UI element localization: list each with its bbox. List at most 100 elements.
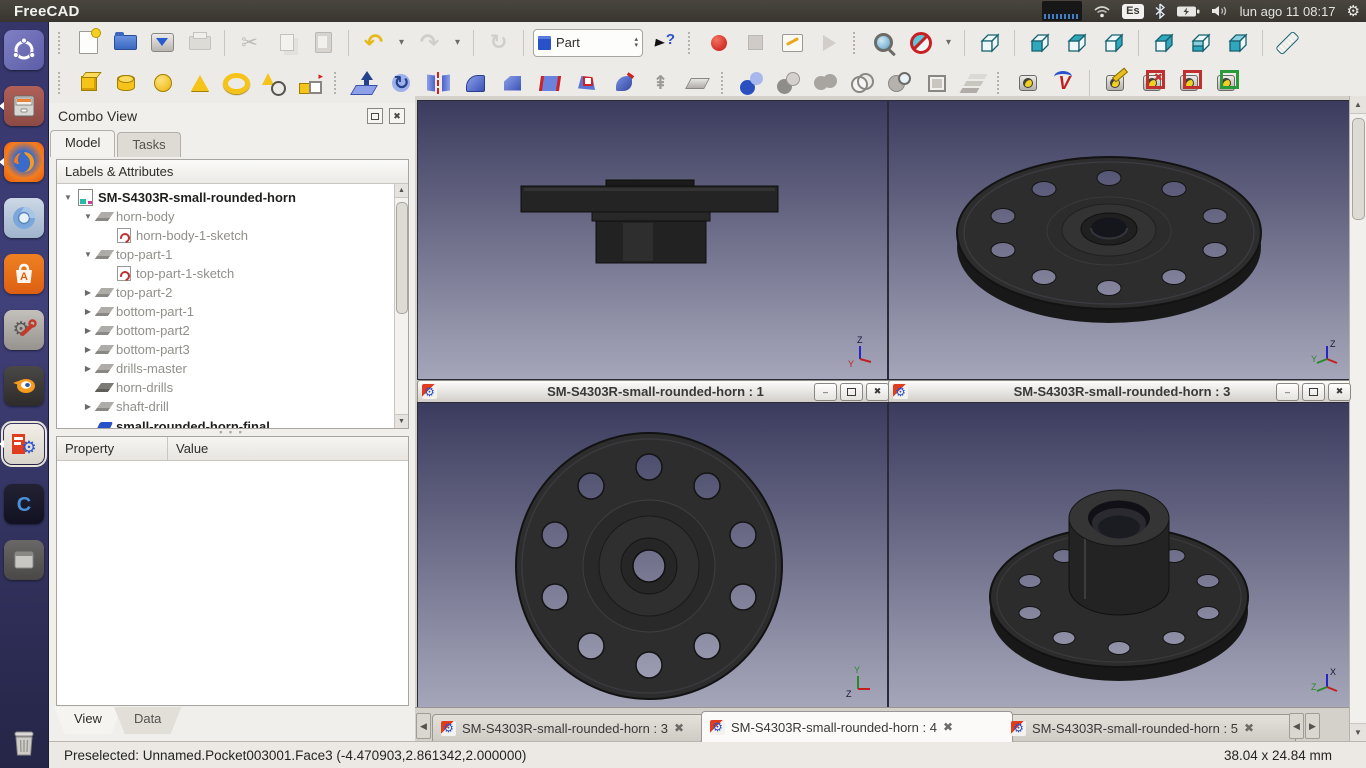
macro-stop-button[interactable]	[740, 27, 771, 58]
wifi-icon[interactable]	[1093, 4, 1111, 18]
tab-tasks[interactable]: Tasks	[117, 132, 180, 157]
tree-row[interactable]: ▼ horn-body	[57, 207, 175, 226]
box-button[interactable]	[73, 68, 104, 99]
view-bottom-button[interactable]	[1185, 27, 1216, 58]
value-column-header[interactable]: Value	[168, 437, 408, 460]
redo-button[interactable]: ↷	[414, 27, 445, 58]
expander-icon[interactable]: ▶	[83, 402, 93, 411]
union-button[interactable]	[810, 68, 841, 99]
toolbar-drag-handle[interactable]	[721, 72, 728, 94]
tree-row[interactable]: horn-drills	[57, 378, 173, 397]
view-right-button[interactable]	[1098, 27, 1129, 58]
workbench-selector[interactable]: Part ▴▾	[533, 29, 643, 57]
close-button[interactable]: ✖	[1328, 383, 1351, 401]
measure-toggle-all-button[interactable]	[1173, 68, 1204, 99]
launcher-item-freecad[interactable]: ⚙	[4, 424, 44, 464]
macro-record-button[interactable]	[703, 27, 734, 58]
expander-icon[interactable]: ▶	[83, 326, 93, 335]
tab-view[interactable]: View	[54, 707, 122, 734]
tree-row[interactable]: ▶ bottom-part-1	[57, 302, 194, 321]
offset-button[interactable]: ⇞	[645, 68, 676, 99]
workbench-spinner-arrows[interactable]: ▴▾	[634, 37, 638, 49]
view-rear-button[interactable]	[1148, 27, 1179, 58]
redo-dropdown-arrow[interactable]: ▾	[451, 37, 464, 48]
viewport-front-canvas[interactable]: Z Y	[418, 101, 887, 379]
tree-scrollbar[interactable]: ▲ ▼	[394, 184, 408, 428]
viewport-isometric[interactable]: Z Y	[888, 100, 1350, 380]
maximize-button[interactable]	[840, 383, 863, 401]
tab-model[interactable]: Model	[50, 130, 115, 157]
expander-icon[interactable]: ▶	[83, 307, 93, 316]
minimize-button[interactable]: –	[1276, 383, 1299, 401]
tree-row[interactable]: top-part-1-sketch	[57, 264, 234, 283]
tab-close-icon[interactable]: ✖	[943, 720, 953, 734]
measure-clear-all-button[interactable]	[1136, 68, 1167, 99]
scrollbar-thumb[interactable]	[396, 202, 408, 314]
close-button[interactable]: ✖	[866, 383, 889, 401]
measure-linear-button[interactable]	[1012, 68, 1043, 99]
tree-row[interactable]: ▶ drills-master	[57, 359, 187, 378]
fit-all-button[interactable]	[868, 27, 899, 58]
launcher-item-cura[interactable]: C	[4, 484, 44, 524]
mdi-window-titlebar-3[interactable]: ⚙ SM-S4303R-small-rounded-horn : 3 – ✖	[888, 380, 1356, 403]
sweep-button[interactable]	[608, 68, 639, 99]
cylinder-button[interactable]	[110, 68, 141, 99]
expander-icon[interactable]: ▼	[83, 250, 93, 259]
measure-angular-button[interactable]: V	[1049, 68, 1080, 99]
measure-distance-button[interactable]	[1272, 27, 1303, 58]
expander-icon[interactable]: ▼	[63, 193, 73, 202]
tab-close-icon[interactable]: ✖	[1244, 721, 1254, 735]
revolve-button[interactable]: ↻	[386, 68, 417, 99]
viewport-top-canvas[interactable]: Y Z	[418, 403, 887, 707]
battery-icon[interactable]	[1176, 5, 1200, 18]
launcher-item-ubuntu-dash[interactable]	[4, 30, 44, 70]
document-tab-3[interactable]: ⚙ SM-S4303R-small-rounded-horn : 3 ✖	[432, 714, 712, 742]
open-button[interactable]	[110, 27, 141, 58]
viewport-isometric-2[interactable]: X Z	[888, 402, 1350, 708]
copy-button[interactable]	[271, 27, 302, 58]
toolbar-drag-handle[interactable]	[334, 72, 341, 94]
property-column-header[interactable]: Property	[57, 437, 168, 460]
primitives-button[interactable]: ▸	[295, 68, 326, 99]
minimize-button[interactable]: –	[814, 383, 837, 401]
toolbar-drag-handle[interactable]	[58, 32, 65, 54]
print-button[interactable]	[184, 27, 215, 58]
keyboard-layout-indicator[interactable]: Es	[1122, 4, 1143, 19]
launcher-item-trash[interactable]	[4, 722, 44, 762]
measure-toggle-delta-button[interactable]	[1210, 68, 1241, 99]
scroll-up-arrow[interactable]: ▲	[395, 184, 408, 198]
thickness-button[interactable]	[682, 68, 713, 99]
ruled-surface-button[interactable]	[534, 68, 565, 99]
mdi-vertical-scrollbar[interactable]: ▲ ▼	[1349, 96, 1366, 741]
macro-edit-button[interactable]	[777, 27, 808, 58]
launcher-item-files[interactable]	[4, 86, 44, 126]
launcher-item-blender[interactable]	[4, 366, 44, 406]
tree-row[interactable]: ▶ bottom-part3	[57, 340, 190, 359]
session-gear-icon[interactable]: ⚙	[1347, 4, 1360, 19]
tree-row[interactable]: ▼ SM-S4303R-small-rounded-horn	[57, 188, 296, 207]
expander-icon[interactable]: ▶	[83, 345, 93, 354]
float-panel-button[interactable]	[367, 108, 383, 124]
volume-icon[interactable]	[1211, 4, 1229, 18]
tab-scroll-right-button[interactable]: ▶	[1305, 713, 1320, 739]
tab-close-icon[interactable]: ✖	[674, 721, 684, 735]
tab-data[interactable]: Data	[114, 707, 181, 734]
launcher-item-firefox[interactable]	[4, 142, 44, 182]
view-top-button[interactable]	[1061, 27, 1092, 58]
bluetooth-icon[interactable]	[1155, 3, 1165, 19]
scrollbar-thumb[interactable]	[1352, 118, 1365, 220]
toolbar-drag-handle[interactable]	[997, 72, 1004, 94]
tree-row[interactable]: ▼ top-part-1	[57, 245, 172, 264]
scroll-down-arrow[interactable]: ▼	[395, 414, 408, 428]
measure-refresh-button[interactable]	[1099, 68, 1130, 99]
expander-icon[interactable]: ▶	[83, 364, 93, 373]
mdi-window-titlebar-1[interactable]: ⚙ SM-S4303R-small-rounded-horn : 1 – ✖	[417, 380, 894, 403]
viewport-top[interactable]: Y Z	[417, 402, 888, 708]
save-button[interactable]	[147, 27, 178, 58]
viewport-front[interactable]: Z Y	[417, 100, 888, 380]
draw-style-dropdown-arrow[interactable]: ▾	[942, 37, 955, 48]
fillet-button[interactable]	[460, 68, 491, 99]
toolbar-drag-handle[interactable]	[688, 32, 695, 54]
tree-row[interactable]: ▶ bottom-part2	[57, 321, 190, 340]
maximize-button[interactable]	[1302, 383, 1325, 401]
